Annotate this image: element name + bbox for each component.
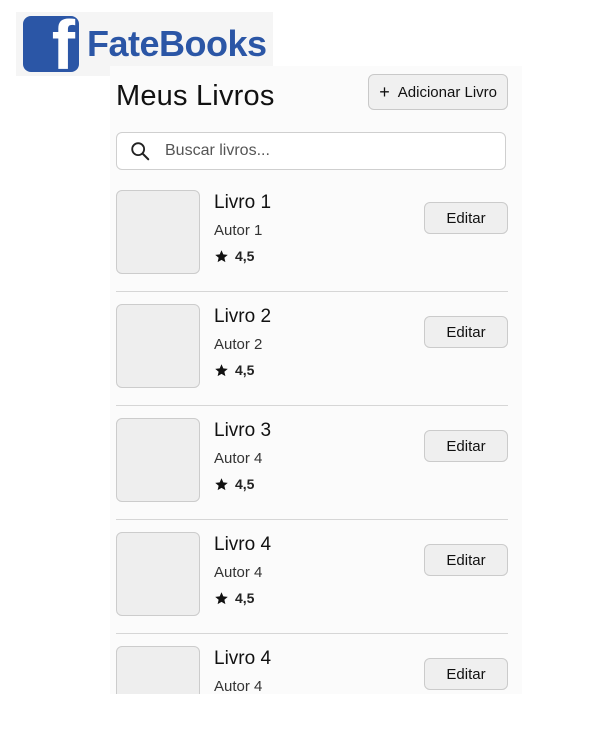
book-author: Autor 4: [214, 678, 263, 694]
add-book-label: Adicionar Livro: [397, 83, 497, 101]
book-rating: 4,5: [214, 362, 254, 378]
book-author: Autor 1: [214, 222, 263, 239]
list-item[interactable]: Livro 1 Autor 1 4,5 Editar: [116, 178, 508, 292]
edit-button[interactable]: Editar: [424, 658, 508, 690]
edit-button[interactable]: Editar: [424, 430, 508, 462]
star-icon: [215, 477, 228, 490]
book-title: Livro 3: [214, 420, 272, 441]
book-author: Autor 4: [214, 564, 263, 581]
book-cover[interactable]: [116, 532, 200, 616]
rating-value: 4,5: [235, 248, 255, 264]
book-rating: 4,5: [214, 248, 254, 264]
edit-button[interactable]: Editar: [424, 202, 508, 234]
book-title: Livro 4: [214, 648, 272, 669]
edit-button[interactable]: Editar: [424, 316, 508, 348]
book-rating: 4,5: [214, 476, 254, 492]
rating-value: 4,5: [235, 362, 255, 378]
book-cover[interactable]: [116, 418, 200, 502]
search-input[interactable]: [163, 141, 505, 161]
star-icon: [215, 363, 228, 376]
page-title: Meus Livros: [116, 80, 275, 112]
book-title: Livro 1: [214, 192, 272, 213]
book-cover[interactable]: [116, 190, 200, 274]
rating-value: 4,5: [235, 476, 255, 492]
facebook-logo-icon: f: [23, 16, 79, 72]
books-panel: Meus Livros + Adicionar Livro Livro 1 Au…: [110, 66, 522, 694]
list-item[interactable]: Livro 2 Autor 2 4,5 Editar: [116, 292, 508, 406]
brand-name: FateBooks: [87, 23, 267, 64]
book-cover[interactable]: [116, 646, 200, 694]
star-icon: [215, 591, 228, 604]
search-icon: [131, 142, 150, 161]
book-author: Autor 2: [214, 336, 263, 353]
list-item[interactable]: Livro 3 Autor 4 4,5 Editar: [116, 406, 508, 520]
rating-value: 4,5: [235, 590, 255, 606]
list-item[interactable]: Livro 4 Autor 4 Editar: [116, 634, 508, 694]
book-cover[interactable]: [116, 304, 200, 388]
edit-button[interactable]: Editar: [424, 544, 508, 576]
plus-icon: +: [379, 82, 390, 102]
search-box[interactable]: [116, 132, 506, 170]
add-book-button[interactable]: + Adicionar Livro: [368, 74, 508, 110]
book-title: Livro 4: [214, 534, 272, 555]
book-rating: 4,5: [214, 590, 254, 606]
book-list: Livro 1 Autor 1 4,5 Editar Livro 2 Autor…: [116, 178, 508, 694]
list-item[interactable]: Livro 4 Autor 4 4,5 Editar: [116, 520, 508, 634]
book-title: Livro 2: [214, 306, 272, 327]
star-icon: [215, 249, 228, 262]
logo-letter: f: [51, 16, 75, 72]
book-author: Autor 4: [214, 450, 263, 467]
page-header: Meus Livros + Adicionar Livro: [116, 74, 508, 114]
